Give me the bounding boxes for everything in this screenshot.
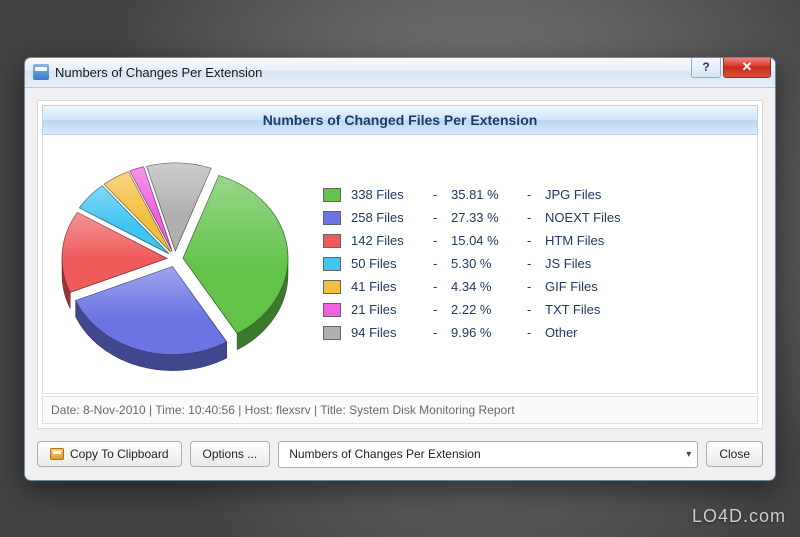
legend-row: 50 Files-5.30 %-JS Files bbox=[323, 252, 745, 275]
legend-swatch bbox=[323, 234, 341, 248]
legend-label: NOEXT Files bbox=[545, 210, 621, 225]
status-bar: Date: 8-Nov-2010 | Time: 10:40:56 | Host… bbox=[42, 396, 758, 424]
legend-value: 142 Files bbox=[351, 233, 423, 248]
legend-row: 21 Files-2.22 %-TXT Files bbox=[323, 298, 745, 321]
legend-row: 142 Files-15.04 %-HTM Files bbox=[323, 229, 745, 252]
legend-row: 258 Files-27.33 %-NOEXT Files bbox=[323, 206, 745, 229]
window-close-button[interactable]: ✕ bbox=[723, 58, 771, 78]
close-button[interactable]: Close bbox=[706, 441, 763, 467]
legend-label: GIF Files bbox=[545, 279, 598, 294]
legend-sep: - bbox=[527, 279, 535, 294]
legend-swatch bbox=[323, 257, 341, 271]
client-area: Numbers of Changed Files Per Extension 3… bbox=[25, 88, 775, 480]
legend-sep: - bbox=[433, 256, 441, 271]
legend-sep: - bbox=[433, 325, 441, 340]
legend-sep: - bbox=[433, 279, 441, 294]
legend-row: 41 Files-4.34 %-GIF Files bbox=[323, 275, 745, 298]
chart-panel: Numbers of Changed Files Per Extension 3… bbox=[37, 100, 763, 429]
dialog-window: Numbers of Changes Per Extension ? ✕ Num… bbox=[24, 57, 776, 481]
panel-header: Numbers of Changed Files Per Extension bbox=[42, 105, 758, 135]
legend-sep: - bbox=[433, 302, 441, 317]
app-icon bbox=[33, 64, 49, 80]
legend-sep: - bbox=[527, 187, 535, 202]
title-buttons: ? ✕ bbox=[689, 58, 775, 87]
legend-sep: - bbox=[433, 187, 441, 202]
legend-label: TXT Files bbox=[545, 302, 600, 317]
legend-sep: - bbox=[527, 256, 535, 271]
close-icon: ✕ bbox=[742, 59, 753, 75]
legend-percent: 4.34 % bbox=[451, 279, 517, 294]
copy-button-label: Copy To Clipboard bbox=[70, 447, 169, 461]
help-icon: ? bbox=[702, 60, 709, 74]
legend-sep: - bbox=[527, 210, 535, 225]
combo-selected-label: Numbers of Changes Per Extension bbox=[289, 447, 480, 461]
legend-sep: - bbox=[527, 325, 535, 340]
pie-chart bbox=[55, 151, 295, 377]
legend-label: JS Files bbox=[545, 256, 591, 271]
close-button-label: Close bbox=[719, 447, 750, 461]
options-button-label: Options ... bbox=[203, 447, 258, 461]
legend: 338 Files-35.81 %-JPG Files258 Files-27.… bbox=[323, 183, 745, 344]
options-button[interactable]: Options ... bbox=[190, 441, 271, 467]
legend-swatch bbox=[323, 303, 341, 317]
legend-label: HTM Files bbox=[545, 233, 604, 248]
window-title: Numbers of Changes Per Extension bbox=[55, 65, 689, 80]
legend-row: 338 Files-35.81 %-JPG Files bbox=[323, 183, 745, 206]
chart-area: 338 Files-35.81 %-JPG Files258 Files-27.… bbox=[42, 135, 758, 394]
legend-percent: 27.33 % bbox=[451, 210, 517, 225]
legend-value: 258 Files bbox=[351, 210, 423, 225]
legend-sep: - bbox=[527, 302, 535, 317]
legend-swatch bbox=[323, 188, 341, 202]
legend-percent: 5.30 % bbox=[451, 256, 517, 271]
legend-value: 21 Files bbox=[351, 302, 423, 317]
legend-value: 50 Files bbox=[351, 256, 423, 271]
chevron-down-icon: ▾ bbox=[686, 449, 691, 460]
legend-value: 41 Files bbox=[351, 279, 423, 294]
legend-value: 338 Files bbox=[351, 187, 423, 202]
legend-percent: 15.04 % bbox=[451, 233, 517, 248]
legend-swatch bbox=[323, 326, 341, 340]
help-button[interactable]: ? bbox=[691, 58, 721, 78]
legend-swatch bbox=[323, 211, 341, 225]
legend-value: 94 Files bbox=[351, 325, 423, 340]
legend-row: 94 Files-9.96 %-Other bbox=[323, 321, 745, 344]
footer: Copy To Clipboard Options ... Numbers of… bbox=[37, 441, 763, 468]
legend-percent: 2.22 % bbox=[451, 302, 517, 317]
watermark: LO4D.com bbox=[692, 506, 786, 527]
legend-sep: - bbox=[527, 233, 535, 248]
legend-label: JPG Files bbox=[545, 187, 601, 202]
legend-sep: - bbox=[433, 233, 441, 248]
legend-swatch bbox=[323, 280, 341, 294]
legend-percent: 9.96 % bbox=[451, 325, 517, 340]
copy-to-clipboard-button[interactable]: Copy To Clipboard bbox=[37, 441, 182, 467]
titlebar[interactable]: Numbers of Changes Per Extension ? ✕ bbox=[25, 58, 775, 88]
clipboard-icon bbox=[50, 448, 64, 460]
chart-type-combo[interactable]: Numbers of Changes Per Extension ▾ bbox=[278, 441, 698, 468]
legend-percent: 35.81 % bbox=[451, 187, 517, 202]
legend-label: Other bbox=[545, 325, 578, 340]
legend-sep: - bbox=[433, 210, 441, 225]
